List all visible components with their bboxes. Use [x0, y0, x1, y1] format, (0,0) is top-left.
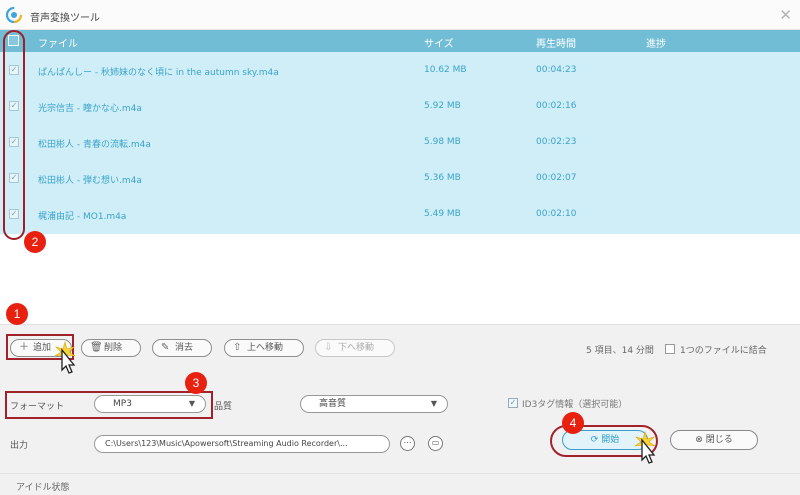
- file-duration: 00:02:23: [536, 137, 577, 147]
- chevron-down-icon: ▼: [430, 399, 437, 408]
- arrow-down-icon: ⇩: [324, 342, 333, 353]
- list-body: ✓ ぱんぱんしー - 秋姉妹のなく頃に in the autumn sky.m4…: [0, 52, 800, 234]
- column-progress[interactable]: 進捗: [646, 35, 666, 50]
- click-cursor-icon: [54, 340, 76, 374]
- close-label: 閉じる: [705, 435, 733, 445]
- table-row[interactable]: ✓ ぱんぱんしー - 秋姉妹のなく頃に in the autumn sky.m4…: [0, 52, 800, 88]
- file-name: 松田彬人 - 青春の流転.m4a: [38, 140, 151, 150]
- window-title: 音声変換ツール: [30, 13, 100, 24]
- app-logo-icon: [5, 6, 23, 24]
- checkbox-highlight-oval: [3, 30, 25, 240]
- file-name: 光宗信吉 - 瞳かな心.m4a: [38, 104, 142, 114]
- step-badge-4: 4: [562, 412, 584, 434]
- table-row[interactable]: ✓ 松田彬人 - 青春の流転.m4a 5.98 MB 00:02:23: [0, 124, 800, 160]
- window-close-icon[interactable]: ✕: [779, 6, 792, 24]
- output-label: 出力: [10, 441, 29, 451]
- format-highlight-box: [5, 391, 213, 419]
- table-row[interactable]: ✓ 光宗信吉 - 瞳かな心.m4a 5.92 MB 00:02:16: [0, 88, 800, 124]
- file-duration: 00:04:23: [536, 65, 577, 75]
- title-bar: 音声変換ツール ✕: [0, 0, 800, 30]
- quality-value: 高音質: [319, 399, 347, 409]
- table-row[interactable]: ✓ 梶浦由記 - MO1.m4a 5.49 MB 00:02:10: [0, 196, 800, 232]
- clear-button[interactable]: ✎ 消去: [152, 339, 212, 357]
- file-duration: 00:02:16: [536, 101, 577, 111]
- merge-checkbox[interactable]: [665, 344, 675, 354]
- delete-button[interactable]: 🗑 削除: [81, 339, 141, 357]
- file-name: 松田彬人 - 弾む想い.m4a: [38, 176, 142, 186]
- quality-label: 品質: [214, 402, 233, 412]
- status-bar: アイドル状態: [0, 473, 800, 495]
- table-row[interactable]: ✓ 松田彬人 - 弾む想い.m4a 5.36 MB 00:02:07: [0, 160, 800, 196]
- status-text: アイドル状態: [16, 483, 70, 493]
- file-list: ファイル サイズ 再生時間 進捗 ✓ ぱんぱんしー - 秋姉妹のなく頃に in …: [0, 30, 800, 324]
- file-size: 5.92 MB: [424, 101, 461, 111]
- file-duration: 00:02:07: [536, 173, 577, 183]
- file-size: 5.36 MB: [424, 173, 461, 183]
- folder-icon[interactable]: ▭: [428, 436, 443, 451]
- clear-label: 消去: [175, 343, 194, 353]
- column-size[interactable]: サイズ: [424, 35, 454, 50]
- list-header: ファイル サイズ 再生時間 進捗: [0, 30, 800, 52]
- step-badge-3: 3: [185, 372, 207, 394]
- click-cursor-icon: [634, 430, 656, 464]
- id3-label: ID3タグ情報（選択可能）: [522, 400, 628, 410]
- file-name: 梶浦由記 - MO1.m4a: [38, 212, 127, 222]
- file-size: 5.98 MB: [424, 137, 461, 147]
- control-panel: ＋ 追加 🗑 削除 ✎ 消去 ⇧ 上へ移動 ⇩ 下へ移動 5 項目、14 分間 …: [0, 303, 800, 495]
- broom-icon: ✎: [161, 342, 170, 353]
- move-up-button[interactable]: ⇧ 上へ移動: [224, 339, 304, 357]
- trash-icon: 🗑: [90, 342, 103, 353]
- column-duration[interactable]: 再生時間: [536, 35, 576, 50]
- item-summary: 5 項目、14 分間: [586, 346, 654, 356]
- delete-label: 削除: [104, 343, 123, 353]
- arrow-up-icon: ⇧: [233, 342, 242, 353]
- file-size: 10.62 MB: [424, 65, 467, 75]
- file-duration: 00:02:10: [536, 209, 577, 219]
- more-options-icon[interactable]: ⋯: [400, 436, 415, 451]
- file-size: 5.49 MB: [424, 209, 461, 219]
- move-down-button[interactable]: ⇩ 下へ移動: [315, 339, 395, 357]
- close-circle-icon: ⊗: [695, 435, 706, 445]
- move-up-label: 上へ移動: [247, 343, 284, 353]
- merge-label: 1つのファイルに結合: [680, 346, 767, 356]
- move-down-label: 下へ移動: [338, 343, 375, 353]
- quality-select[interactable]: 高音質 ▼: [300, 395, 448, 413]
- column-file[interactable]: ファイル: [38, 35, 78, 50]
- step-badge-1: 1: [6, 303, 28, 325]
- id3-checkbox[interactable]: ✓: [508, 398, 518, 408]
- output-path-field[interactable]: C:\Users\123\Music\Apowersoft\Streaming …: [94, 435, 390, 453]
- close-button[interactable]: ⊗ 閉じる: [670, 430, 758, 450]
- file-name: ぱんぱんしー - 秋姉妹のなく頃に in the autumn sky.m4a: [38, 68, 279, 78]
- step-badge-2: 2: [24, 231, 46, 253]
